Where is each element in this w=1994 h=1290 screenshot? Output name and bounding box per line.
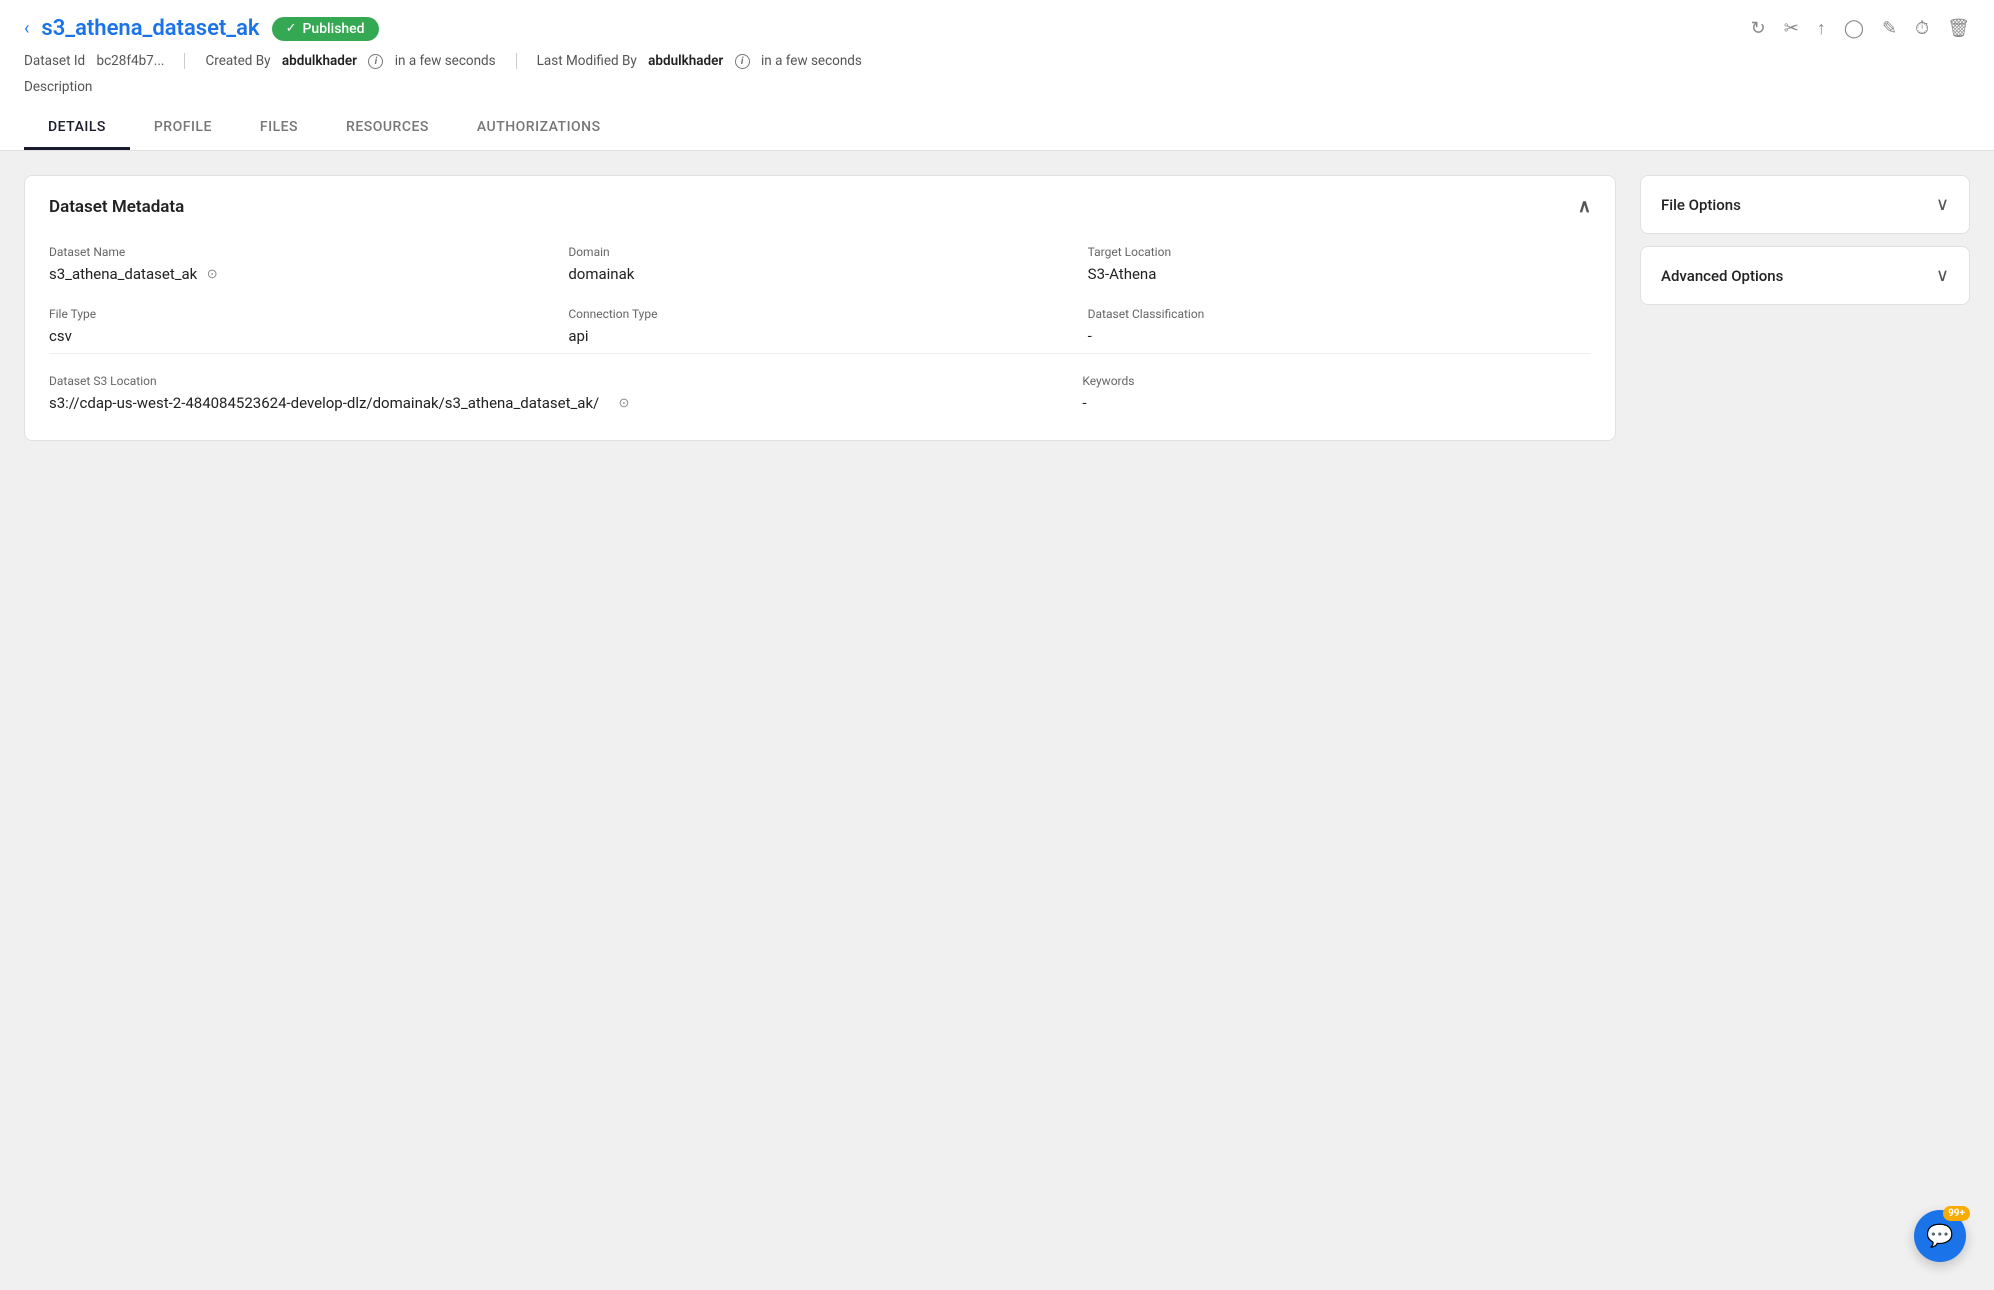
description-row: Description (24, 79, 1970, 99)
file-type-label: File Type (49, 307, 552, 321)
copy-name-icon[interactable]: ⊙ (203, 265, 221, 283)
check-icon: ✓ (286, 21, 297, 36)
chat-badge: 99+ (1943, 1206, 1970, 1221)
back-button[interactable]: ‹ (24, 18, 29, 39)
field-keywords: Keywords - (1082, 374, 1591, 412)
delete-icon[interactable]: 🗑 (1947, 18, 1970, 39)
toolbar-icons: ↻ ✂ ↑ ◯ ✎ ⏱ 🗑 (1751, 18, 1970, 39)
file-options-card: File Options ∨ (1640, 175, 1970, 234)
target-location-label: Target Location (1088, 245, 1591, 259)
file-options-header[interactable]: File Options ∨ (1641, 176, 1969, 233)
refresh-icon[interactable]: ↻ (1751, 18, 1766, 39)
meta-row: Dataset Id bc28f4b7... Created By abdulk… (24, 53, 1970, 69)
last-modified-info-icon[interactable]: i (735, 54, 750, 69)
connection-type-label: Connection Type (568, 307, 1071, 321)
title-left: ‹ s3_athena_dataset_ak ✓ Published (24, 16, 379, 41)
last-modified-user: abdulkhader (648, 53, 723, 69)
dataset-id-label: Dataset Id (24, 53, 85, 69)
dataset-classification-label: Dataset Classification (1088, 307, 1591, 321)
left-panel: Dataset Metadata ∧ Dataset Name s3_athen… (24, 175, 1616, 441)
field-domain: Domain domainak (568, 245, 1071, 283)
created-by-info-icon[interactable]: i (368, 54, 383, 69)
keywords-label: Keywords (1082, 374, 1591, 388)
file-type-value: csv (49, 327, 552, 345)
target-location-value: S3-Athena (1088, 265, 1591, 283)
tab-resources[interactable]: RESOURCES (322, 107, 453, 150)
domain-value: domainak (568, 265, 1071, 283)
dataset-name-value: s3_athena_dataset_ak ⊙ (49, 265, 552, 283)
last-modified-item: Last Modified By abdulkhader i in a few … (537, 53, 882, 69)
created-by-item: Created By abdulkhader i in a few second… (205, 53, 516, 69)
field-dataset-name: Dataset Name s3_athena_dataset_ak ⊙ (49, 245, 552, 283)
domain-label: Domain (568, 245, 1071, 259)
last-modified-time: in a few seconds (761, 53, 862, 69)
chat-button[interactable]: 99+ 💬 (1914, 1210, 1966, 1262)
dataset-metadata-header[interactable]: Dataset Metadata ∧ (25, 176, 1615, 237)
s3-location-value: s3://cdap-us-west-2-484084523624-develop… (49, 394, 1066, 412)
s3-location-label: Dataset S3 Location (49, 374, 1066, 388)
field-target-location: Target Location S3-Athena (1088, 245, 1591, 283)
advanced-options-chevron-icon: ∨ (1936, 265, 1949, 286)
created-by-time: in a few seconds (395, 53, 496, 69)
last-modified-label: Last Modified By (537, 53, 637, 69)
metadata-grid: Dataset Name s3_athena_dataset_ak ⊙ Doma… (49, 245, 1591, 345)
file-options-chevron-icon: ∨ (1936, 194, 1949, 215)
dataset-metadata-body: Dataset Name s3_athena_dataset_ak ⊙ Doma… (25, 237, 1615, 440)
copy-s3-icon[interactable]: ⊙ (615, 394, 633, 412)
s3-location-grid: Dataset S3 Location s3://cdap-us-west-2-… (49, 374, 1591, 412)
created-by-user: abdulkhader (282, 53, 357, 69)
dataset-title: s3_athena_dataset_ak (41, 16, 259, 41)
chat-icon: 💬 (1926, 1224, 1953, 1249)
field-connection-type: Connection Type api (568, 307, 1071, 345)
scissors-icon[interactable]: ✂ (1784, 18, 1799, 39)
dataset-name-label: Dataset Name (49, 245, 552, 259)
share-icon[interactable]: ↑ (1817, 18, 1826, 39)
dataset-classification-value: - (1088, 327, 1591, 345)
advanced-options-label: Advanced Options (1661, 267, 1783, 285)
file-options-label: File Options (1661, 196, 1741, 214)
status-label: Published (302, 21, 364, 37)
field-file-type: File Type csv (49, 307, 552, 345)
tab-details[interactable]: DETAILS (24, 107, 130, 150)
description-label: Description (24, 79, 92, 95)
tab-files[interactable]: FILES (236, 107, 322, 150)
circle-icon[interactable]: ◯ (1844, 18, 1864, 39)
keywords-value: - (1082, 394, 1591, 412)
edit-icon[interactable]: ✎ (1882, 18, 1897, 39)
advanced-options-card: Advanced Options ∨ (1640, 246, 1970, 305)
s3-location-section: Dataset S3 Location s3://cdap-us-west-2-… (49, 353, 1591, 412)
dataset-id-item: Dataset Id bc28f4b7... (24, 53, 185, 69)
dataset-id-value: bc28f4b7... (97, 53, 165, 69)
main-content: Dataset Metadata ∧ Dataset Name s3_athen… (0, 151, 1994, 465)
tab-profile[interactable]: PROFILE (130, 107, 236, 150)
title-row: ‹ s3_athena_dataset_ak ✓ Published ↻ ✂ ↑… (24, 16, 1970, 41)
right-panel: File Options ∨ Advanced Options ∨ (1640, 175, 1970, 305)
dataset-metadata-title: Dataset Metadata (49, 197, 184, 217)
top-bar: ‹ s3_athena_dataset_ak ✓ Published ↻ ✂ ↑… (0, 0, 1994, 151)
collapse-icon: ∧ (1578, 196, 1591, 217)
field-dataset-classification: Dataset Classification - (1088, 307, 1591, 345)
created-by-label: Created By (205, 53, 270, 69)
tab-authorizations[interactable]: AUTHORIZATIONS (453, 107, 625, 150)
published-badge: ✓ Published (272, 17, 379, 41)
connection-type-value: api (568, 327, 1071, 345)
tabs-row: DETAILS PROFILE FILES RESOURCES AUTHORIZ… (24, 107, 1970, 150)
field-s3-location: Dataset S3 Location s3://cdap-us-west-2-… (49, 374, 1066, 412)
advanced-options-header[interactable]: Advanced Options ∨ (1641, 247, 1969, 304)
history-icon[interactable]: ⏱ (1915, 18, 1929, 39)
dataset-metadata-card: Dataset Metadata ∧ Dataset Name s3_athen… (24, 175, 1616, 441)
